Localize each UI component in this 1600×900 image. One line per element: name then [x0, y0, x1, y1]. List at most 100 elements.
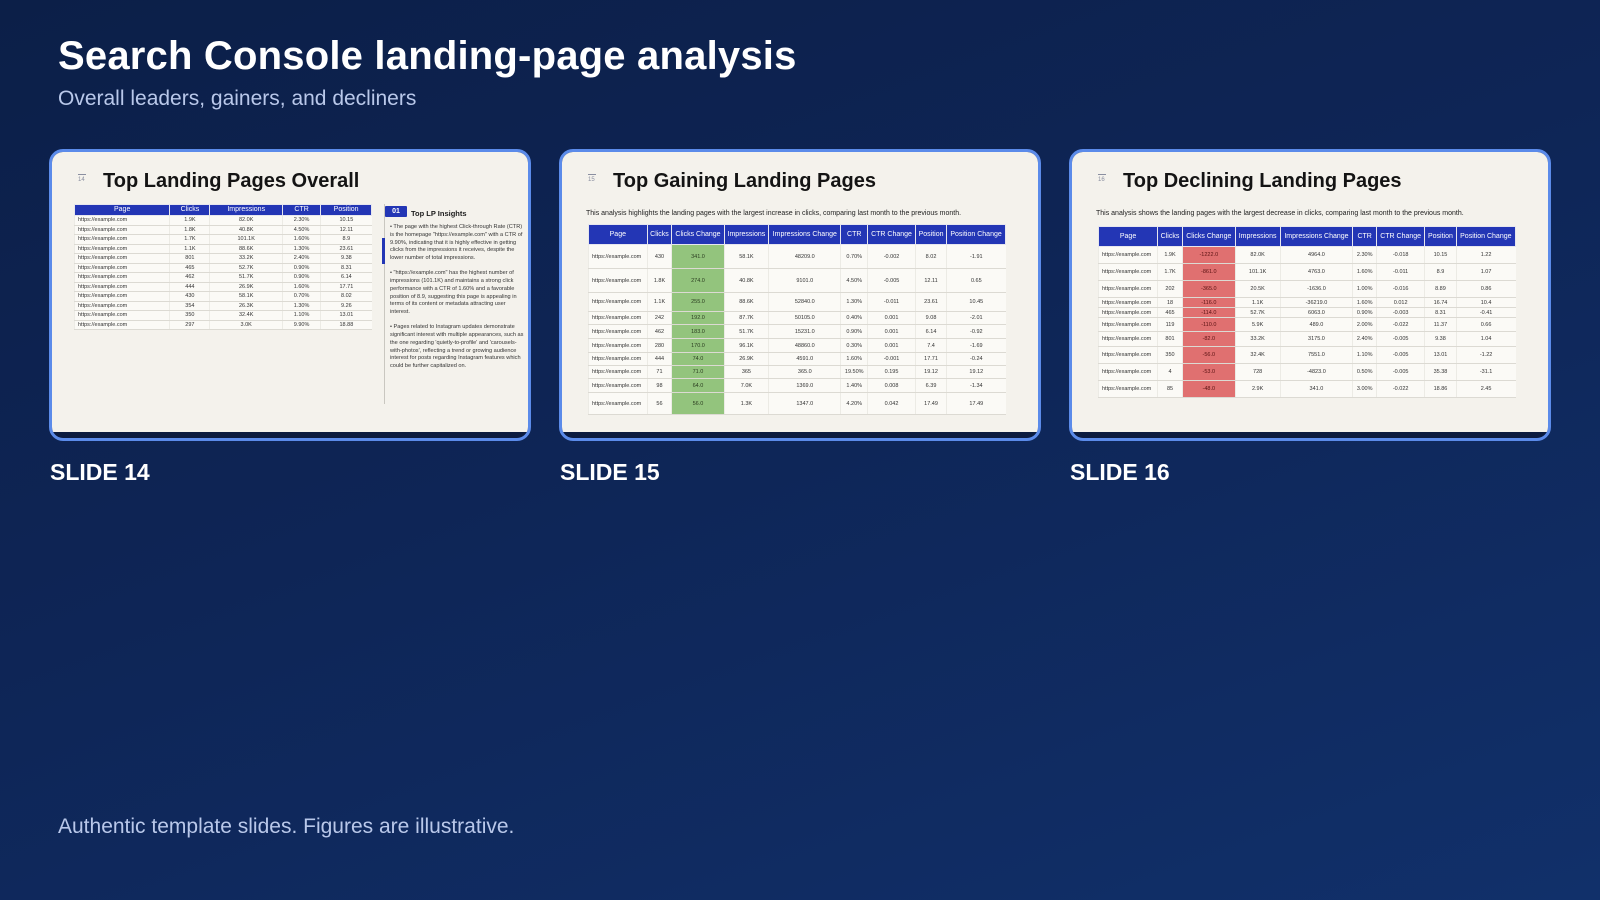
table-cell: 6.39 [914, 378, 947, 393]
table-cell: 3.00% [1352, 380, 1377, 398]
page-url-cell: https://example.com [588, 244, 648, 269]
table-cell: 71 [646, 365, 672, 379]
table-cell: 9.26 [320, 301, 372, 311]
table-row: https://example.com 444 74.0 26.9K 4591.0 1.6… [588, 352, 1006, 366]
slide-card-16[interactable]: 16 Top Declining Landing Pages This anal… [1069, 149, 1551, 441]
table-row: https://example.com 350 32.4K 1.10% 13.01 [73, 310, 372, 321]
table-cell: 430 [169, 291, 210, 302]
table-cell: 2.40% [281, 253, 321, 264]
insights-badge: 01 [385, 206, 407, 217]
table-row: https://example.com 56 56.0 1.3K 1347.0 4.20%… [588, 392, 1006, 415]
table-row: https://example.com 465 52.7K 0.90% 8.31 [73, 263, 372, 273]
table-cell: 1.60% [1352, 297, 1377, 308]
table-cell: 183.0 [671, 324, 725, 339]
table-row: https://example.com 1.7K -861.0 101.1K 4763.… [1097, 263, 1516, 281]
table-cell: 16.74 [1424, 297, 1457, 308]
table-cell: 98 [646, 378, 672, 393]
table-cell: 1.04 [1455, 331, 1516, 347]
table-cell: 17.49 [946, 392, 1006, 415]
table-cell: 192.0 [671, 311, 725, 325]
page-url-cell: https://example.com [1097, 346, 1158, 364]
table-row: https://example.com 465 -114.0 52.7K 6063.0 0… [1097, 307, 1516, 318]
table-cell: -114.0 [1181, 307, 1236, 318]
table-cell: -0.41 [1455, 307, 1516, 318]
table-cell: 2.00% [1352, 317, 1377, 332]
table-cell: -0.016 [1376, 280, 1425, 298]
table-cell: 0.65 [946, 268, 1006, 293]
table-cell: 801 [169, 253, 210, 264]
table-cell: 280 [646, 338, 672, 353]
table-cell: 82.0K [1234, 246, 1281, 264]
table-cell: 462 [169, 272, 210, 283]
table-cell: 1.8K [169, 225, 210, 235]
table-cell: 0.001 [867, 338, 916, 353]
page-title: Search Console landing-page analysis [58, 34, 797, 78]
table-cell: 51.7K [209, 272, 283, 283]
table-cell: 4.20% [840, 392, 868, 415]
page-url-cell: https://example.com [73, 291, 170, 302]
table-cell: -82.0 [1181, 331, 1236, 347]
table-cell: -0.011 [1376, 263, 1425, 281]
table-cell: 26.9K [209, 282, 283, 292]
table-cell: -861.0 [1181, 263, 1236, 281]
table-cell: 11.37 [1424, 317, 1457, 332]
table-cell: -53.0 [1181, 363, 1236, 381]
slide-description: This analysis highlights the landing pag… [586, 210, 962, 217]
slide-thumbnail: 14 Top Landing Pages Overall Page Clicks I… [52, 152, 528, 432]
page-subtitle: Overall leaders, gainers, and decliners [58, 87, 417, 110]
table-cell: -0.011 [867, 292, 916, 312]
page-url-cell: https://example.com [588, 292, 648, 312]
column-header: Impressions [1234, 226, 1281, 247]
table-cell: 51.7K [723, 324, 769, 339]
table-row: https://example.com 242 192.0 87.7K 50105.0 0… [588, 311, 1006, 325]
page-url-cell: https://example.com [73, 282, 170, 292]
table-cell: 58.1K [209, 291, 283, 302]
table-cell: 3175.0 [1279, 331, 1353, 347]
slide-label: SLIDE 15 [560, 459, 660, 485]
slide-card-14[interactable]: 14 Top Landing Pages Overall Page Clicks I… [49, 149, 531, 441]
table-cell: 2.40% [1352, 331, 1377, 347]
table-row: https://example.com 119 -110.0 5.9K 489.0 2.0… [1097, 317, 1516, 332]
table-cell: 4591.0 [768, 352, 841, 366]
table-cell: 350 [169, 310, 210, 321]
page-url-cell: https://example.com [588, 324, 648, 339]
column-header: Page [1097, 226, 1159, 247]
insights-title: Top LP Insights [411, 209, 467, 218]
table-cell: 23.61 [914, 292, 947, 312]
table-cell: 8.89 [1424, 280, 1457, 298]
table-cell: 1.30% [840, 292, 868, 312]
table-cell: -0.005 [1376, 346, 1425, 364]
table-cell: 1.9K [169, 215, 210, 226]
table-row: https://example.com 354 26.3K 1.30% 9.26 [73, 301, 372, 311]
table-cell: 26.9K [723, 352, 769, 366]
column-header: Impressions [209, 204, 283, 216]
insight-paragraph: • Pages related to Instagram updates dem… [390, 324, 524, 370]
table-row: https://example.com 4 -53.0 728 -4823.0 0.50%… [1097, 363, 1516, 381]
table-cell: 1.22 [1455, 246, 1516, 264]
page-url-cell: https://example.com [73, 234, 170, 245]
table-cell: 7.4 [914, 338, 947, 353]
table-cell: 96.1K [723, 338, 769, 353]
table-cell: 52.7K [209, 263, 283, 273]
table-cell: 489.0 [1279, 317, 1353, 332]
landing-pages-table: Page Clicks Impressions CTR Position https:/… [73, 204, 372, 330]
table-cell: 1.1K [1234, 297, 1281, 308]
table-cell: 48860.0 [768, 338, 841, 353]
page-url-cell: https://example.com [73, 244, 170, 254]
page-url-cell: https://example.com [1097, 317, 1158, 332]
table-cell: -31.1 [1455, 363, 1516, 381]
table-cell: 20.5K [1234, 280, 1281, 298]
table-cell: 56.0 [671, 392, 725, 415]
table-cell: 0.40% [840, 311, 868, 325]
slide-card-15[interactable]: 15 Top Gaining Landing Pages This analys… [559, 149, 1041, 441]
table-cell: 9.08 [914, 311, 947, 325]
table-cell: 0.90% [281, 272, 321, 283]
page-url-cell: https://example.com [588, 338, 648, 353]
table-cell: 56 [646, 392, 672, 415]
table-cell: -1.34 [946, 378, 1006, 393]
table-cell: 10.4 [1455, 297, 1516, 308]
table-cell: 2.9K [1234, 380, 1281, 398]
slide-title: Top Gaining Landing Pages [613, 170, 876, 192]
table-row: https://example.com 1.1K 88.6K 1.30% 23.61 [73, 244, 372, 254]
table-cell: 15231.0 [768, 324, 841, 339]
